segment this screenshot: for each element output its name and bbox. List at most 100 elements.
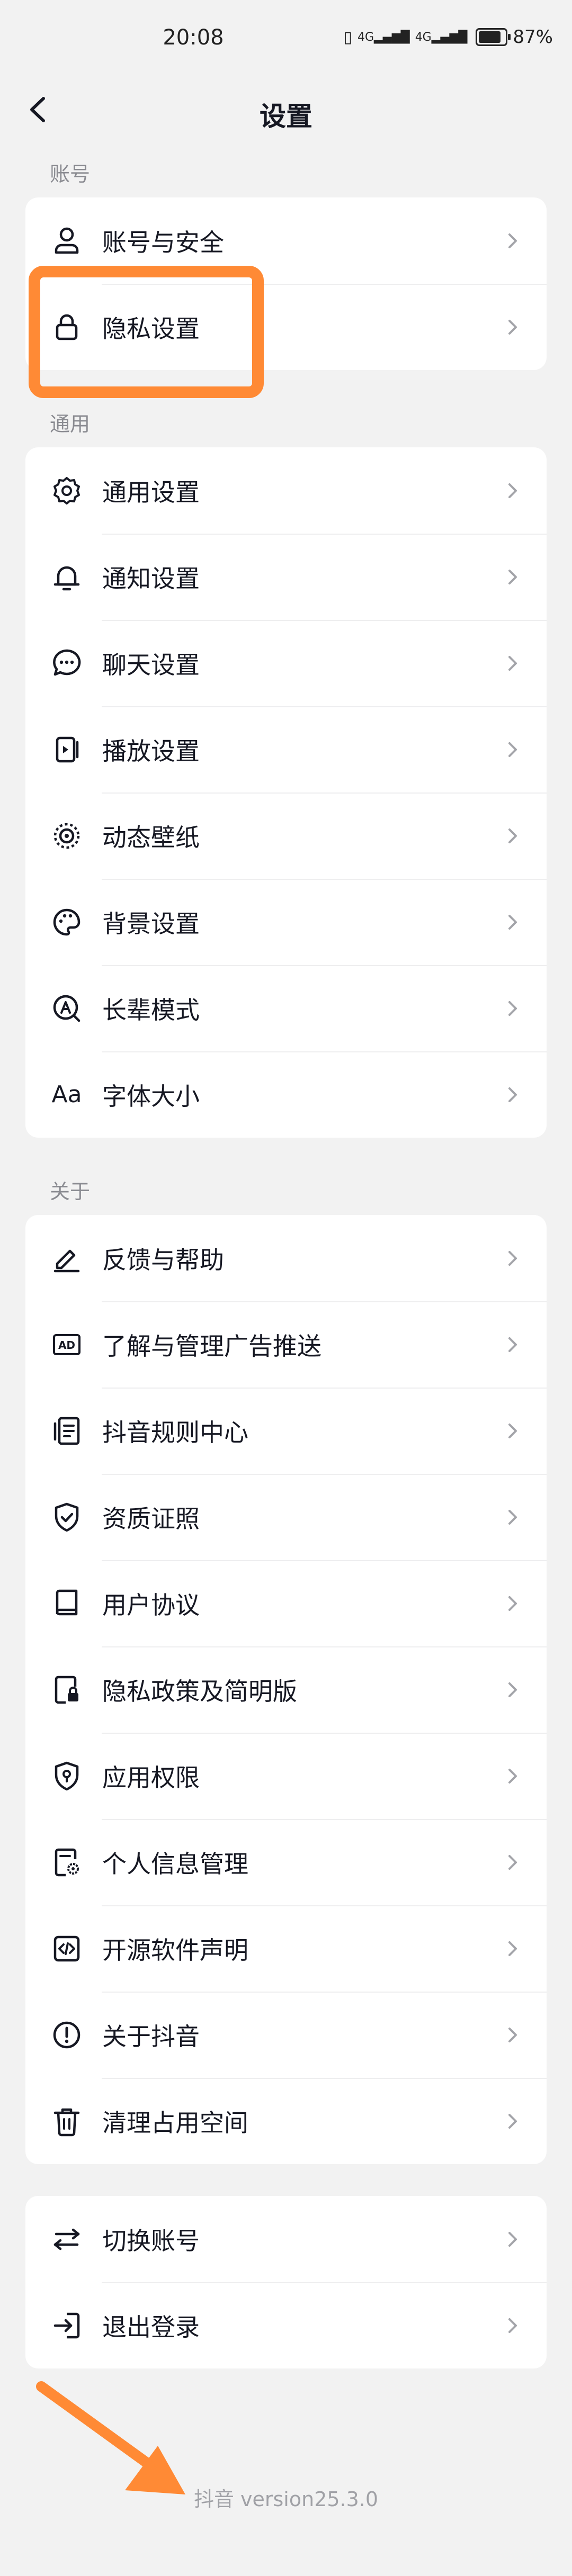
section-title-account: 账号 [50, 163, 91, 186]
settings-item-about-douyin[interactable]: 关于抖音 [25, 1992, 547, 2078]
settings-item-label: 动态壁纸 [102, 823, 200, 852]
signal-icon: 4G▂▄▆█ [357, 30, 410, 44]
shield-location-icon [50, 1759, 84, 1793]
chevron-right-icon [508, 319, 517, 335]
settings-item-open-source[interactable]: 开源软件声明 [25, 1905, 547, 1992]
settings-item-feedback-help[interactable]: 反馈与帮助 [25, 1215, 547, 1301]
chevron-right-icon [508, 1423, 517, 1438]
font-size-icon: Aa [51, 1081, 82, 1108]
settings-item-label: 字体大小 [102, 1082, 200, 1111]
info-circle-icon [50, 2018, 84, 2052]
page-title: 设置 [260, 101, 312, 132]
settings-item-logout[interactable]: 退出登录 [25, 2282, 547, 2368]
settings-item-label: 退出登录 [102, 2312, 200, 2341]
signal-icon-2: 4G▂▄▆█ [415, 30, 468, 44]
vibrate-icon: ▯ [343, 28, 352, 47]
settings-item-label: 通用设置 [102, 478, 200, 507]
highlight-box-annotation [29, 266, 264, 398]
chevron-right-icon [508, 1768, 517, 1784]
chevron-right-icon [508, 1087, 517, 1102]
settings-item-dynamic-wallpaper[interactable]: 动态壁纸 [25, 792, 547, 879]
settings-item-label: 应用权限 [102, 1763, 200, 1792]
play-device-icon [50, 733, 84, 767]
settings-item-label: 播放设置 [102, 736, 200, 765]
settings-item-label: 切换账号 [102, 2226, 200, 2255]
rules-document-icon [50, 1414, 84, 1448]
trash-icon [50, 2104, 84, 2138]
chevron-right-icon [508, 2231, 517, 2247]
settings-item-font-size[interactable]: Aa 字体大小 [25, 1051, 547, 1138]
settings-item-playback[interactable]: 播放设置 [25, 706, 547, 792]
settings-item-label: 个人信息管理 [102, 1849, 248, 1878]
settings-item-clear-storage[interactable]: 清理占用空间 [25, 2078, 547, 2164]
settings-item-label: 聊天设置 [102, 650, 200, 679]
shield-check-icon [50, 1500, 84, 1534]
settings-item-label: 通知设置 [102, 564, 200, 593]
section-title-general: 通用 [50, 412, 91, 436]
about-card: 反馈与帮助 AD 了解与管理广告推送 抖音规则中心 资质证照 用户协议 隐私政策… [25, 1215, 547, 2164]
logout-icon [50, 2309, 84, 2343]
chevron-right-icon [508, 1596, 517, 1611]
settings-item-label: 了解与管理广告推送 [102, 1331, 321, 1361]
settings-item-label: 长辈模式 [102, 995, 200, 1024]
chat-bubble-icon [50, 646, 84, 680]
settings-item-label: 抖音规则中心 [102, 1418, 248, 1447]
chevron-right-icon [508, 2113, 517, 2129]
chevron-right-icon [508, 1682, 517, 1697]
network-label-2: 4G [415, 30, 432, 44]
network-label-1: 4G [357, 30, 374, 44]
settings-item-app-permissions[interactable]: 应用权限 [25, 1733, 547, 1819]
chevron-right-icon [508, 742, 517, 757]
app-version: 抖音 version25.3.0 [193, 2488, 379, 2511]
dynamic-wallpaper-icon [50, 819, 84, 853]
settings-item-personal-info[interactable]: 个人信息管理 [25, 1819, 547, 1905]
settings-item-notifications[interactable]: 通知设置 [25, 534, 547, 620]
settings-item-label: 用户协议 [102, 1590, 200, 1619]
settings-item-ad-management[interactable]: AD 了解与管理广告推送 [25, 1301, 547, 1388]
settings-item-label: 清理占用空间 [102, 2108, 248, 2137]
chevron-right-icon [508, 1941, 517, 1956]
book-icon [50, 1587, 84, 1620]
status-time: 20:08 [163, 25, 224, 50]
elder-mode-icon [50, 992, 84, 1025]
settings-item-label: 账号与安全 [102, 228, 224, 257]
ad-icon: AD [50, 1328, 84, 1362]
chevron-right-icon [508, 483, 517, 498]
switch-arrows-icon [50, 2222, 84, 2256]
session-card: 切换账号 退出登录 [25, 2196, 547, 2368]
settings-item-background[interactable]: 背景设置 [25, 879, 547, 965]
code-icon [50, 1932, 84, 1966]
settings-item-switch-account[interactable]: 切换账号 [25, 2196, 547, 2282]
settings-item-qualification[interactable]: 资质证照 [25, 1474, 547, 1560]
chevron-right-icon [508, 569, 517, 584]
settings-item-label: 开源软件声明 [102, 1935, 248, 1965]
settings-item-elder-mode[interactable]: 长辈模式 [25, 965, 547, 1051]
settings-item-privacy-policy[interactable]: 隐私政策及简明版 [25, 1646, 547, 1733]
chevron-right-icon [508, 655, 517, 671]
battery-icon [476, 28, 511, 46]
general-card: 通用设置 通知设置 聊天设置 播放设置 动态壁纸 背景设置 长辈模式 Aa 字体… [25, 447, 547, 1138]
chevron-right-icon [508, 914, 517, 930]
settings-item-general[interactable]: 通用设置 [25, 447, 547, 534]
chevron-right-icon [508, 1001, 517, 1016]
chevron-right-icon [508, 828, 517, 843]
chevron-right-icon [508, 1854, 517, 1870]
status-bar: 20:08 ▯ 4G▂▄▆█ 4G▂▄▆█ 87% [0, 0, 572, 79]
chevron-right-icon [508, 233, 517, 248]
chevron-right-icon [508, 1250, 517, 1266]
navigation-bar: 设置 [0, 79, 572, 143]
chevron-right-icon [508, 2318, 517, 2333]
chevron-right-icon [508, 1509, 517, 1525]
settings-item-rules-center[interactable]: 抖音规则中心 [25, 1388, 547, 1474]
settings-item-label: 隐私政策及简明版 [102, 1677, 297, 1706]
ad-glyph: AD [58, 1339, 75, 1352]
settings-item-chat[interactable]: 聊天设置 [25, 620, 547, 706]
system-indicators: ▯ 4G▂▄▆█ 4G▂▄▆█ 87% [343, 26, 553, 48]
settings-item-user-agreement[interactable]: 用户协议 [25, 1560, 547, 1646]
pencil-icon [50, 1241, 84, 1275]
settings-item-label: 资质证照 [102, 1504, 200, 1533]
battery-percent: 87% [513, 26, 553, 48]
gear-icon [50, 474, 84, 508]
section-title-about: 关于 [50, 1180, 91, 1203]
bell-icon [50, 560, 84, 594]
